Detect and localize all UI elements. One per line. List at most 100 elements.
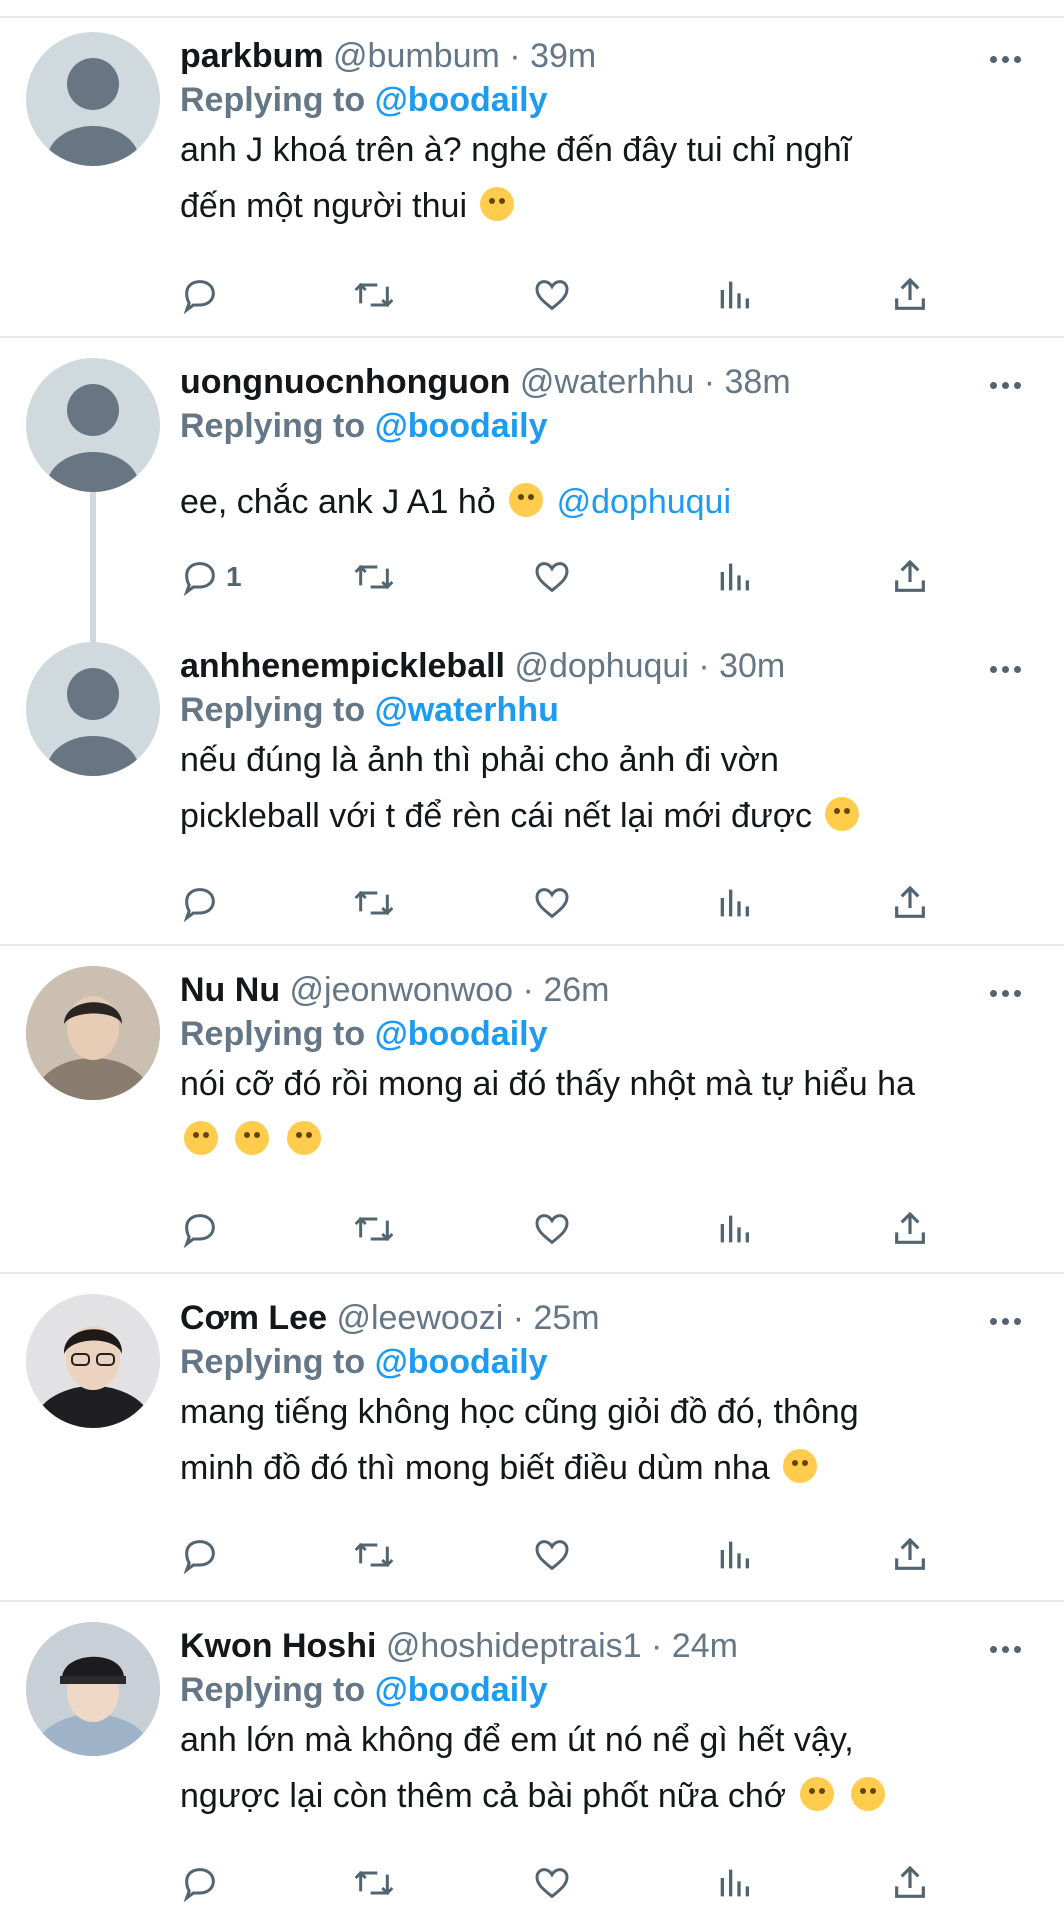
like-button[interactable] [532,1204,572,1254]
views-button[interactable] [714,270,754,320]
reply-to-handle[interactable]: @boodaily [375,1671,548,1709]
separator: · [641,1627,672,1665]
more-icon[interactable] [990,50,1034,70]
tweet-text-line: mang tiếng không học cũng giỏi đồ đó, th… [180,1393,859,1431]
views-button[interactable] [714,552,754,602]
reply-button[interactable] [180,1204,226,1254]
tired-face-icon [825,797,860,831]
relieved-face-icon [235,1121,270,1155]
reply-to-handle[interactable]: @boodaily [375,81,548,119]
separator: · [688,647,720,685]
reply-to-handle[interactable]: @boodaily [375,1343,548,1381]
separator: · [694,363,725,401]
reply-to-handle[interactable]: @waterhhu [375,691,559,729]
like-button[interactable] [532,878,572,928]
user-handle[interactable]: @bumbum [333,37,500,75]
avatar-photo[interactable] [26,1622,160,1756]
display-name[interactable]: Kwon Hoshi [180,1627,376,1665]
reply-button[interactable] [180,1858,226,1908]
views-icon [720,563,749,591]
views-button[interactable] [714,1530,754,1580]
retweet-button[interactable] [352,1858,396,1908]
timestamp[interactable]: 30m [719,647,785,685]
avatar-photo[interactable] [26,1294,160,1428]
share-button[interactable] [890,878,930,928]
timestamp[interactable]: 39m [530,37,596,75]
reply-button[interactable] [180,878,226,928]
like-button[interactable] [532,552,572,602]
timestamp[interactable]: 24m [672,1627,738,1665]
like-icon [535,562,569,593]
share-icon [895,277,925,310]
views-button[interactable] [714,1858,754,1908]
retweet-button[interactable] [352,1530,396,1580]
reply-to-handle[interactable]: @boodaily [375,1015,548,1053]
tweet-6[interactable]: Kwon Hoshi @hoshideptrais1 · 24m Replyin… [0,1602,1064,1920]
tweet-4[interactable]: Nu Nu @jeonwonwoo · 26m Replying to @boo… [0,946,1064,1274]
timestamp[interactable]: 25m [533,1299,599,1337]
retweet-button[interactable] [352,878,396,928]
retweet-icon [354,1542,394,1568]
more-icon[interactable] [990,1640,1034,1660]
user-handle[interactable]: @jeonwonwoo [290,971,514,1009]
user-handle[interactable]: @dophuqui [514,647,688,685]
retweet-button[interactable] [352,270,396,320]
more-icon[interactable] [990,1312,1034,1332]
share-button[interactable] [890,1204,930,1254]
reply-button[interactable] [180,270,226,320]
reply-button[interactable] [180,1530,226,1580]
views-button[interactable] [714,1204,754,1254]
views-icon [720,281,749,309]
tweet-5[interactable]: Cơm Lee @leewoozi · 25m Replying to @boo… [0,1274,1064,1602]
reply-icon [183,280,215,315]
avatar-default[interactable] [26,642,160,776]
more-icon[interactable] [990,984,1034,1004]
like-button[interactable] [532,270,572,320]
share-button[interactable] [890,270,930,320]
display-name[interactable]: Nu Nu [180,971,280,1009]
replying-label: Replying to [180,407,375,445]
user-handle[interactable]: @hoshideptrais1 [386,1627,642,1665]
reply-icon [183,888,215,923]
tweet-2[interactable]: uongnuocnhonguon @waterhhu · 38m Replyin… [0,338,1064,642]
display-name[interactable]: parkbum [180,37,324,75]
tweet-text-line: nói cỡ đó rồi mong ai đó thấy nhột mà tự… [180,1065,915,1103]
more-icon[interactable] [990,660,1034,680]
share-button[interactable] [890,1858,930,1908]
timestamp[interactable]: 26m [543,971,609,1009]
share-button[interactable] [890,552,930,602]
tweet-actions: 1 [180,552,940,602]
like-icon [535,888,569,919]
tweet-text: mang tiếng không học cũng giỏi đồ đó, th… [180,1384,1044,1496]
tweet-text-line: ee, chắc ank J A1 hỏ [180,483,496,521]
retweet-icon [354,890,394,916]
reply-button[interactable]: 1 [180,552,242,602]
share-button[interactable] [890,1530,930,1580]
tweet-text-line: minh đồ đó thì mong biết điều dùm nha [180,1449,770,1487]
retweet-button[interactable] [352,552,396,602]
tweet-text-line: đến một người thui [180,187,467,225]
relieved-face-icon [184,1121,218,1155]
tweet-3[interactable]: anhhenempickleball @dophuqui · 30m Reply… [0,638,1064,946]
like-button[interactable] [532,1530,572,1580]
replying-to: Replying to @boodaily [180,1012,548,1056]
user-handle[interactable]: @waterhhu [520,363,694,401]
avatar-default[interactable] [26,32,160,166]
display-name[interactable]: uongnuocnhonguon [180,363,510,401]
retweet-button[interactable] [352,1204,396,1254]
avatar-default[interactable] [26,358,160,492]
reply-to-handle[interactable]: @boodaily [375,407,548,445]
views-button[interactable] [714,878,754,928]
tweet-text-line: anh lớn mà không để em út nó nể gì hết v… [180,1721,854,1759]
like-icon [535,1868,569,1899]
user-handle[interactable]: @leewoozi [336,1299,503,1337]
like-button[interactable] [532,1858,572,1908]
avatar-photo[interactable] [26,966,160,1100]
timestamp[interactable]: 38m [725,363,791,401]
tweet-1[interactable]: parkbum @bumbum · 39m Replying to @booda… [0,16,1064,338]
retweet-icon [354,282,394,308]
mention-link[interactable]: @dophuqui [557,483,731,521]
display-name[interactable]: Cơm Lee [180,1299,327,1337]
display-name[interactable]: anhhenempickleball [180,647,505,685]
more-icon[interactable] [990,376,1034,396]
